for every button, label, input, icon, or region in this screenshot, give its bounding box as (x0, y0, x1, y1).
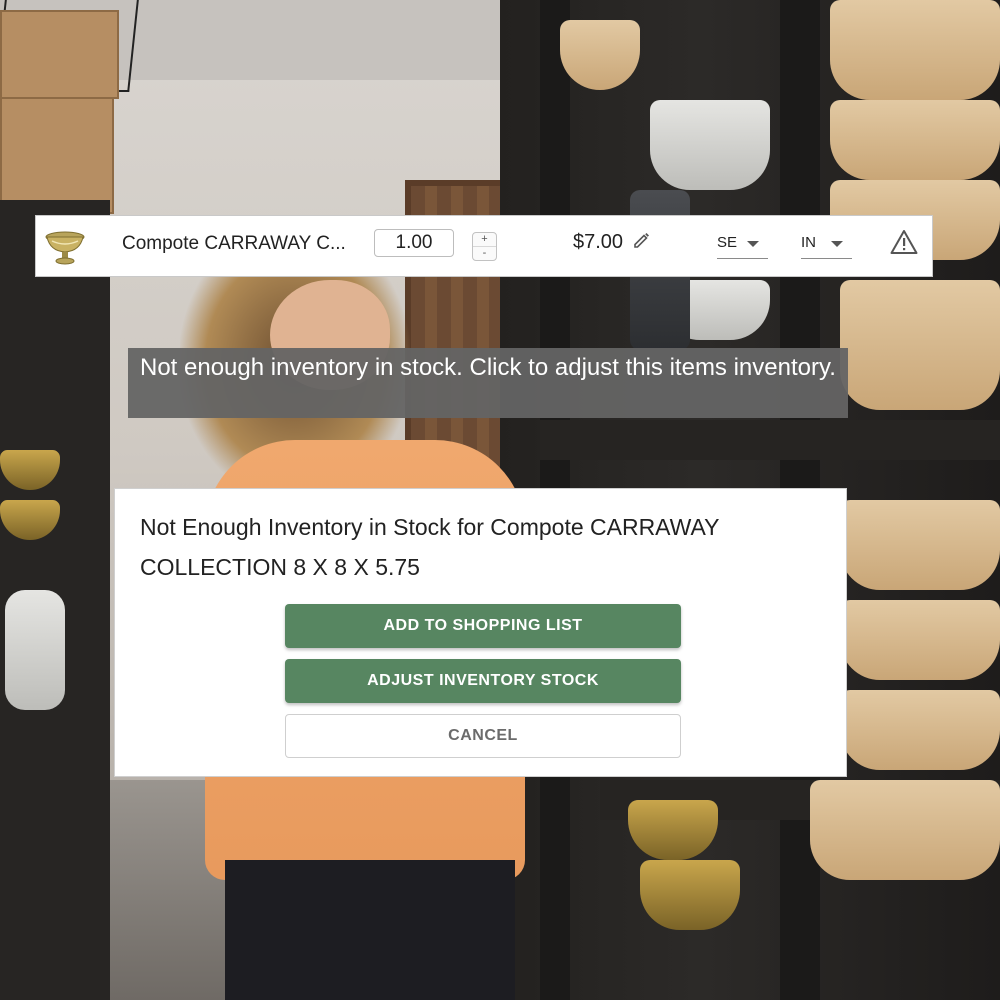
quantity-stepper[interactable]: + - (472, 232, 497, 261)
item-price: $7.00 (573, 231, 624, 253)
unit-select-se[interactable]: SE (717, 229, 768, 259)
decrement-button[interactable]: - (473, 247, 496, 260)
cancel-button[interactable]: CANCEL (285, 714, 681, 758)
increment-button[interactable]: + (473, 233, 496, 247)
dialog-title: Not Enough Inventory in Stock for Compot… (140, 514, 720, 580)
chevron-down-icon (747, 241, 759, 247)
unit-select-se-value: SE (717, 234, 738, 251)
quantity-input[interactable]: 1.00 (374, 229, 454, 257)
compote-thumbnail (42, 223, 88, 269)
chevron-down-icon (831, 241, 843, 247)
add-to-shopping-list-button[interactable]: ADD TO SHOPPING LIST (285, 604, 681, 648)
item-name: Compote CARRAWAY C... (122, 233, 346, 254)
adjust-inventory-stock-button[interactable]: ADJUST INVENTORY STOCK (285, 659, 681, 703)
pencil-icon[interactable] (632, 230, 652, 250)
unit-select-in[interactable]: IN (801, 229, 852, 259)
unit-select-in-value: IN (801, 234, 816, 251)
inventory-item-row[interactable]: Compote CARRAWAY C... 1.00 + - $7.00 SE … (35, 215, 933, 277)
not-enough-inventory-dialog: Not Enough Inventory in Stock for Compot… (114, 488, 847, 777)
warning-icon[interactable] (890, 229, 918, 255)
inventory-warning-tooltip: Not enough inventory in stock. Click to … (128, 348, 848, 418)
